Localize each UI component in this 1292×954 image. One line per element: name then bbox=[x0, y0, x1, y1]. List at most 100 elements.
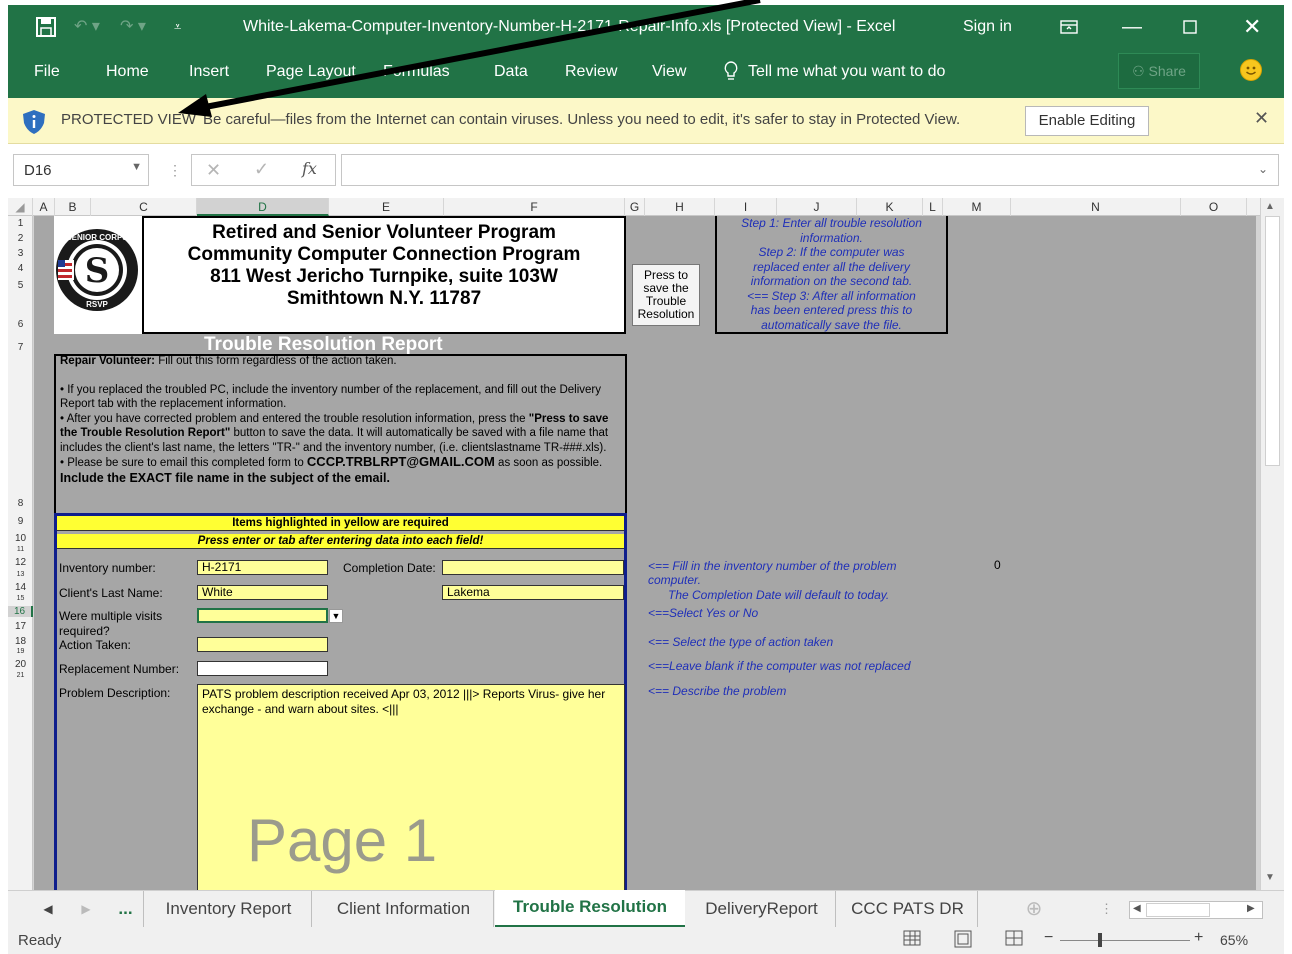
zoom-slider[interactable] bbox=[1060, 940, 1190, 941]
row-header-selected[interactable]: 16 bbox=[8, 606, 33, 617]
close-window-icon[interactable]: ✕ bbox=[1243, 5, 1261, 49]
row-header[interactable]: 17 bbox=[8, 621, 33, 632]
col-header-j[interactable]: J bbox=[777, 198, 857, 216]
redo-icon[interactable]: ↷ ▾ bbox=[120, 5, 146, 49]
tell-me-search[interactable]: Tell me what you want to do bbox=[748, 49, 945, 94]
tab-delivery-report[interactable]: DeliveryReport bbox=[688, 891, 836, 927]
row-header[interactable]: 14 bbox=[8, 582, 33, 593]
row-header[interactable]: 21 bbox=[8, 672, 33, 679]
feedback-smiley-icon[interactable] bbox=[1240, 59, 1262, 81]
inventory-field[interactable]: H-2171 bbox=[197, 560, 328, 575]
expand-formula-icon[interactable]: ⌄ bbox=[1258, 162, 1268, 176]
zoom-in-icon[interactable]: + bbox=[1194, 929, 1203, 947]
tab-file[interactable]: File bbox=[34, 49, 60, 94]
col-header-g[interactable]: G bbox=[625, 198, 645, 216]
tab-inventory-report[interactable]: Inventory Report bbox=[146, 891, 312, 927]
cancel-icon[interactable]: ✕ bbox=[206, 160, 221, 181]
prev-sheet-icon[interactable]: ◀ bbox=[38, 891, 58, 927]
col-header-k[interactable]: K bbox=[857, 198, 923, 216]
dropdown-arrow-icon[interactable]: ▼ bbox=[329, 609, 343, 623]
col-header-m[interactable]: M bbox=[943, 198, 1011, 216]
enable-editing-button[interactable]: Enable Editing bbox=[1025, 106, 1149, 136]
maximize-icon[interactable] bbox=[1183, 5, 1197, 49]
vertical-scroll-thumb[interactable] bbox=[1265, 216, 1280, 466]
add-sheet-icon[interactable]: ⊕ bbox=[1020, 891, 1048, 927]
zoom-level[interactable]: 65% bbox=[1220, 932, 1248, 948]
zoom-out-icon[interactable]: − bbox=[1044, 929, 1053, 947]
undo-icon[interactable]: ↶ ▾ bbox=[74, 5, 100, 49]
multiple-visits-select[interactable] bbox=[197, 608, 328, 623]
sign-in-link[interactable]: Sign in bbox=[963, 5, 1012, 49]
col-header-h[interactable]: H bbox=[645, 198, 715, 216]
more-sheets-button[interactable]: ... bbox=[108, 891, 144, 927]
scroll-up-icon[interactable]: ▲ bbox=[1265, 201, 1275, 212]
tab-formulas[interactable]: Formulas bbox=[383, 49, 450, 94]
page-break-view-icon[interactable] bbox=[1005, 930, 1023, 950]
zoom-slider-thumb[interactable] bbox=[1098, 933, 1102, 947]
col-header-o[interactable]: O bbox=[1181, 198, 1247, 216]
completion-date-field[interactable] bbox=[442, 560, 624, 575]
col-header-b[interactable]: B bbox=[55, 198, 91, 216]
row-header[interactable]: 19 bbox=[8, 648, 33, 655]
client-last-name-field[interactable]: White bbox=[197, 585, 328, 600]
normal-view-icon[interactable] bbox=[903, 930, 921, 950]
replacement-number-field[interactable] bbox=[197, 661, 328, 676]
resize-dots-icon[interactable]: ⋮ bbox=[168, 162, 182, 179]
col-header-f[interactable]: F bbox=[444, 198, 625, 216]
formula-input[interactable] bbox=[341, 154, 1279, 186]
col-header-d[interactable]: D bbox=[197, 198, 329, 216]
save-icon[interactable] bbox=[36, 5, 56, 49]
horizontal-scrollbar[interactable]: ◀ ▶ bbox=[1129, 901, 1263, 919]
ribbon-display-icon[interactable] bbox=[1060, 5, 1078, 49]
scroll-down-icon[interactable]: ▼ bbox=[1265, 872, 1275, 883]
row-header[interactable]: 7 bbox=[8, 342, 33, 353]
tab-home[interactable]: Home bbox=[106, 49, 149, 94]
tab-trouble-resolution[interactable]: Trouble Resolution bbox=[495, 890, 685, 928]
page-layout-view-icon[interactable] bbox=[954, 930, 972, 952]
customize-qat-icon[interactable]: ⩡ bbox=[174, 5, 181, 49]
row-header[interactable]: 15 bbox=[8, 595, 33, 602]
row-header[interactable]: 8 bbox=[8, 498, 33, 509]
tab-data[interactable]: Data bbox=[494, 49, 528, 94]
col-header-e[interactable]: E bbox=[329, 198, 444, 216]
row-header[interactable]: 2 bbox=[8, 233, 33, 244]
col-header-a[interactable]: A bbox=[33, 198, 55, 216]
col-header-i[interactable]: I bbox=[715, 198, 777, 216]
tab-split-handle[interactable]: ⋮ bbox=[1100, 891, 1113, 927]
client-last-name-field-2[interactable]: Lakema bbox=[442, 585, 624, 600]
save-trouble-resolution-button[interactable]: Press to save the Trouble Resolution bbox=[632, 264, 700, 326]
row-header[interactable]: 18 bbox=[8, 636, 33, 647]
row-header[interactable]: 6 bbox=[8, 319, 33, 330]
tab-ccc-pats-dr[interactable]: CCC PATS DR bbox=[838, 891, 978, 927]
col-header-l[interactable]: L bbox=[923, 198, 943, 216]
row-header[interactable]: 10 bbox=[8, 533, 33, 544]
row-header[interactable]: 4 bbox=[8, 263, 33, 274]
vertical-scrollbar[interactable]: ▲ ▼ bbox=[1260, 198, 1284, 890]
row-header[interactable]: 12 bbox=[8, 557, 33, 568]
select-all-corner[interactable]: ◢ bbox=[8, 198, 33, 216]
next-sheet-icon[interactable]: ▶ bbox=[76, 891, 96, 927]
row-header[interactable]: 3 bbox=[8, 248, 33, 259]
chevron-down-icon[interactable]: ▼ bbox=[131, 161, 142, 173]
name-box[interactable]: D16 ▼ bbox=[13, 154, 149, 186]
row-header[interactable]: 1 bbox=[8, 218, 33, 229]
close-icon[interactable]: ✕ bbox=[1254, 108, 1269, 129]
minimize-icon[interactable]: — bbox=[1122, 5, 1142, 49]
insert-function-icon[interactable]: fx bbox=[302, 159, 317, 178]
tab-insert[interactable]: Insert bbox=[189, 49, 229, 94]
row-header[interactable]: 5 bbox=[8, 280, 33, 291]
tab-view[interactable]: View bbox=[652, 49, 686, 94]
scroll-right-icon[interactable]: ▶ bbox=[1247, 903, 1255, 914]
tab-client-information[interactable]: Client Information bbox=[314, 891, 494, 927]
col-header-n[interactable]: N bbox=[1011, 198, 1181, 216]
row-header[interactable]: 20 bbox=[8, 659, 33, 670]
tab-review[interactable]: Review bbox=[565, 49, 617, 94]
horizontal-scroll-thumb[interactable] bbox=[1146, 903, 1210, 917]
row-header[interactable]: 9 bbox=[8, 516, 33, 527]
share-button[interactable]: ⚇ Share bbox=[1118, 53, 1200, 89]
checkmark-icon[interactable]: ✓ bbox=[254, 159, 269, 180]
scroll-left-icon[interactable]: ◀ bbox=[1133, 903, 1141, 914]
row-header[interactable]: 13 bbox=[8, 571, 33, 578]
col-header-c[interactable]: C bbox=[91, 198, 197, 216]
tab-page-layout[interactable]: Page Layout bbox=[266, 49, 356, 94]
